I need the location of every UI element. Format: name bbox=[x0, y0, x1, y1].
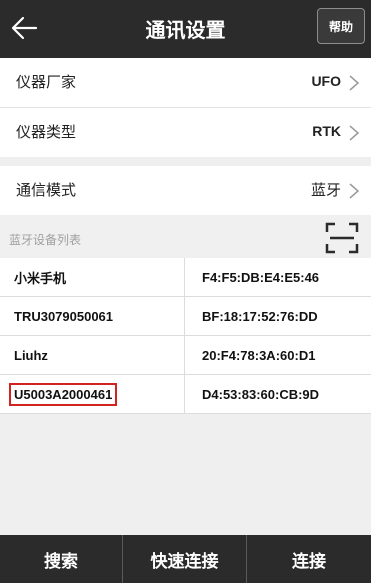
scan-qr-icon[interactable] bbox=[325, 222, 359, 254]
setting-value: RTK bbox=[312, 123, 341, 139]
setting-value: 蓝牙 bbox=[310, 181, 341, 199]
quick-connect-button[interactable]: 快速连接 bbox=[123, 535, 247, 583]
table-row[interactable]: TRU3079050061 BF:18:17:52:76:DD bbox=[0, 297, 371, 336]
top-bar: 通讯设置 帮助 bbox=[0, 0, 371, 58]
device-name: TRU3079050061 bbox=[0, 297, 185, 335]
bottom-action-bar: 搜索 快速连接 连接 bbox=[0, 535, 371, 583]
page-title: 通讯设置 bbox=[145, 18, 226, 42]
setting-value: UFO bbox=[311, 73, 341, 89]
chevron-right-icon bbox=[349, 183, 360, 199]
device-list-title: 蓝牙设备列表 bbox=[9, 233, 82, 247]
setting-row-comm-mode[interactable]: 通信模式 蓝牙 bbox=[0, 166, 371, 215]
table-row[interactable]: 小米手机 F4:F5:DB:E4:E5:46 bbox=[0, 258, 371, 297]
setting-label: 仪器厂家 bbox=[16, 73, 77, 91]
device-table: 小米手机 F4:F5:DB:E4:E5:46 TRU3079050061 BF:… bbox=[0, 258, 371, 414]
chevron-right-icon bbox=[349, 75, 360, 91]
device-name: Liuhz bbox=[0, 336, 185, 374]
table-row-selected[interactable]: U5003A2000461 D4:53:83:60:CB:9D bbox=[0, 375, 371, 414]
setting-label: 通信模式 bbox=[16, 181, 77, 199]
connect-button[interactable]: 连接 bbox=[247, 535, 371, 583]
device-mac: D4:53:83:60:CB:9D bbox=[202, 386, 320, 402]
table-row[interactable]: Liuhz 20:F4:78:3A:60:D1 bbox=[0, 336, 371, 375]
setting-label: 仪器类型 bbox=[16, 123, 77, 141]
device-mac: 20:F4:78:3A:60:D1 bbox=[202, 347, 316, 363]
device-mac: BF:18:17:52:76:DD bbox=[202, 308, 318, 324]
setting-row-instrument-type[interactable]: 仪器类型 RTK bbox=[0, 108, 371, 157]
search-button[interactable]: 搜索 bbox=[0, 535, 123, 583]
device-mac: F4:F5:DB:E4:E5:46 bbox=[202, 269, 320, 285]
device-name-cell: U5003A2000461 bbox=[0, 375, 185, 413]
device-name: 小米手机 bbox=[0, 258, 185, 296]
chevron-right-icon bbox=[349, 125, 360, 141]
help-button[interactable]: 帮助 bbox=[317, 8, 365, 44]
device-list-header: 蓝牙设备列表 bbox=[0, 215, 371, 258]
setting-row-manufacturer[interactable]: 仪器厂家 UFO bbox=[0, 58, 371, 107]
device-name: U5003A2000461 bbox=[9, 382, 118, 406]
